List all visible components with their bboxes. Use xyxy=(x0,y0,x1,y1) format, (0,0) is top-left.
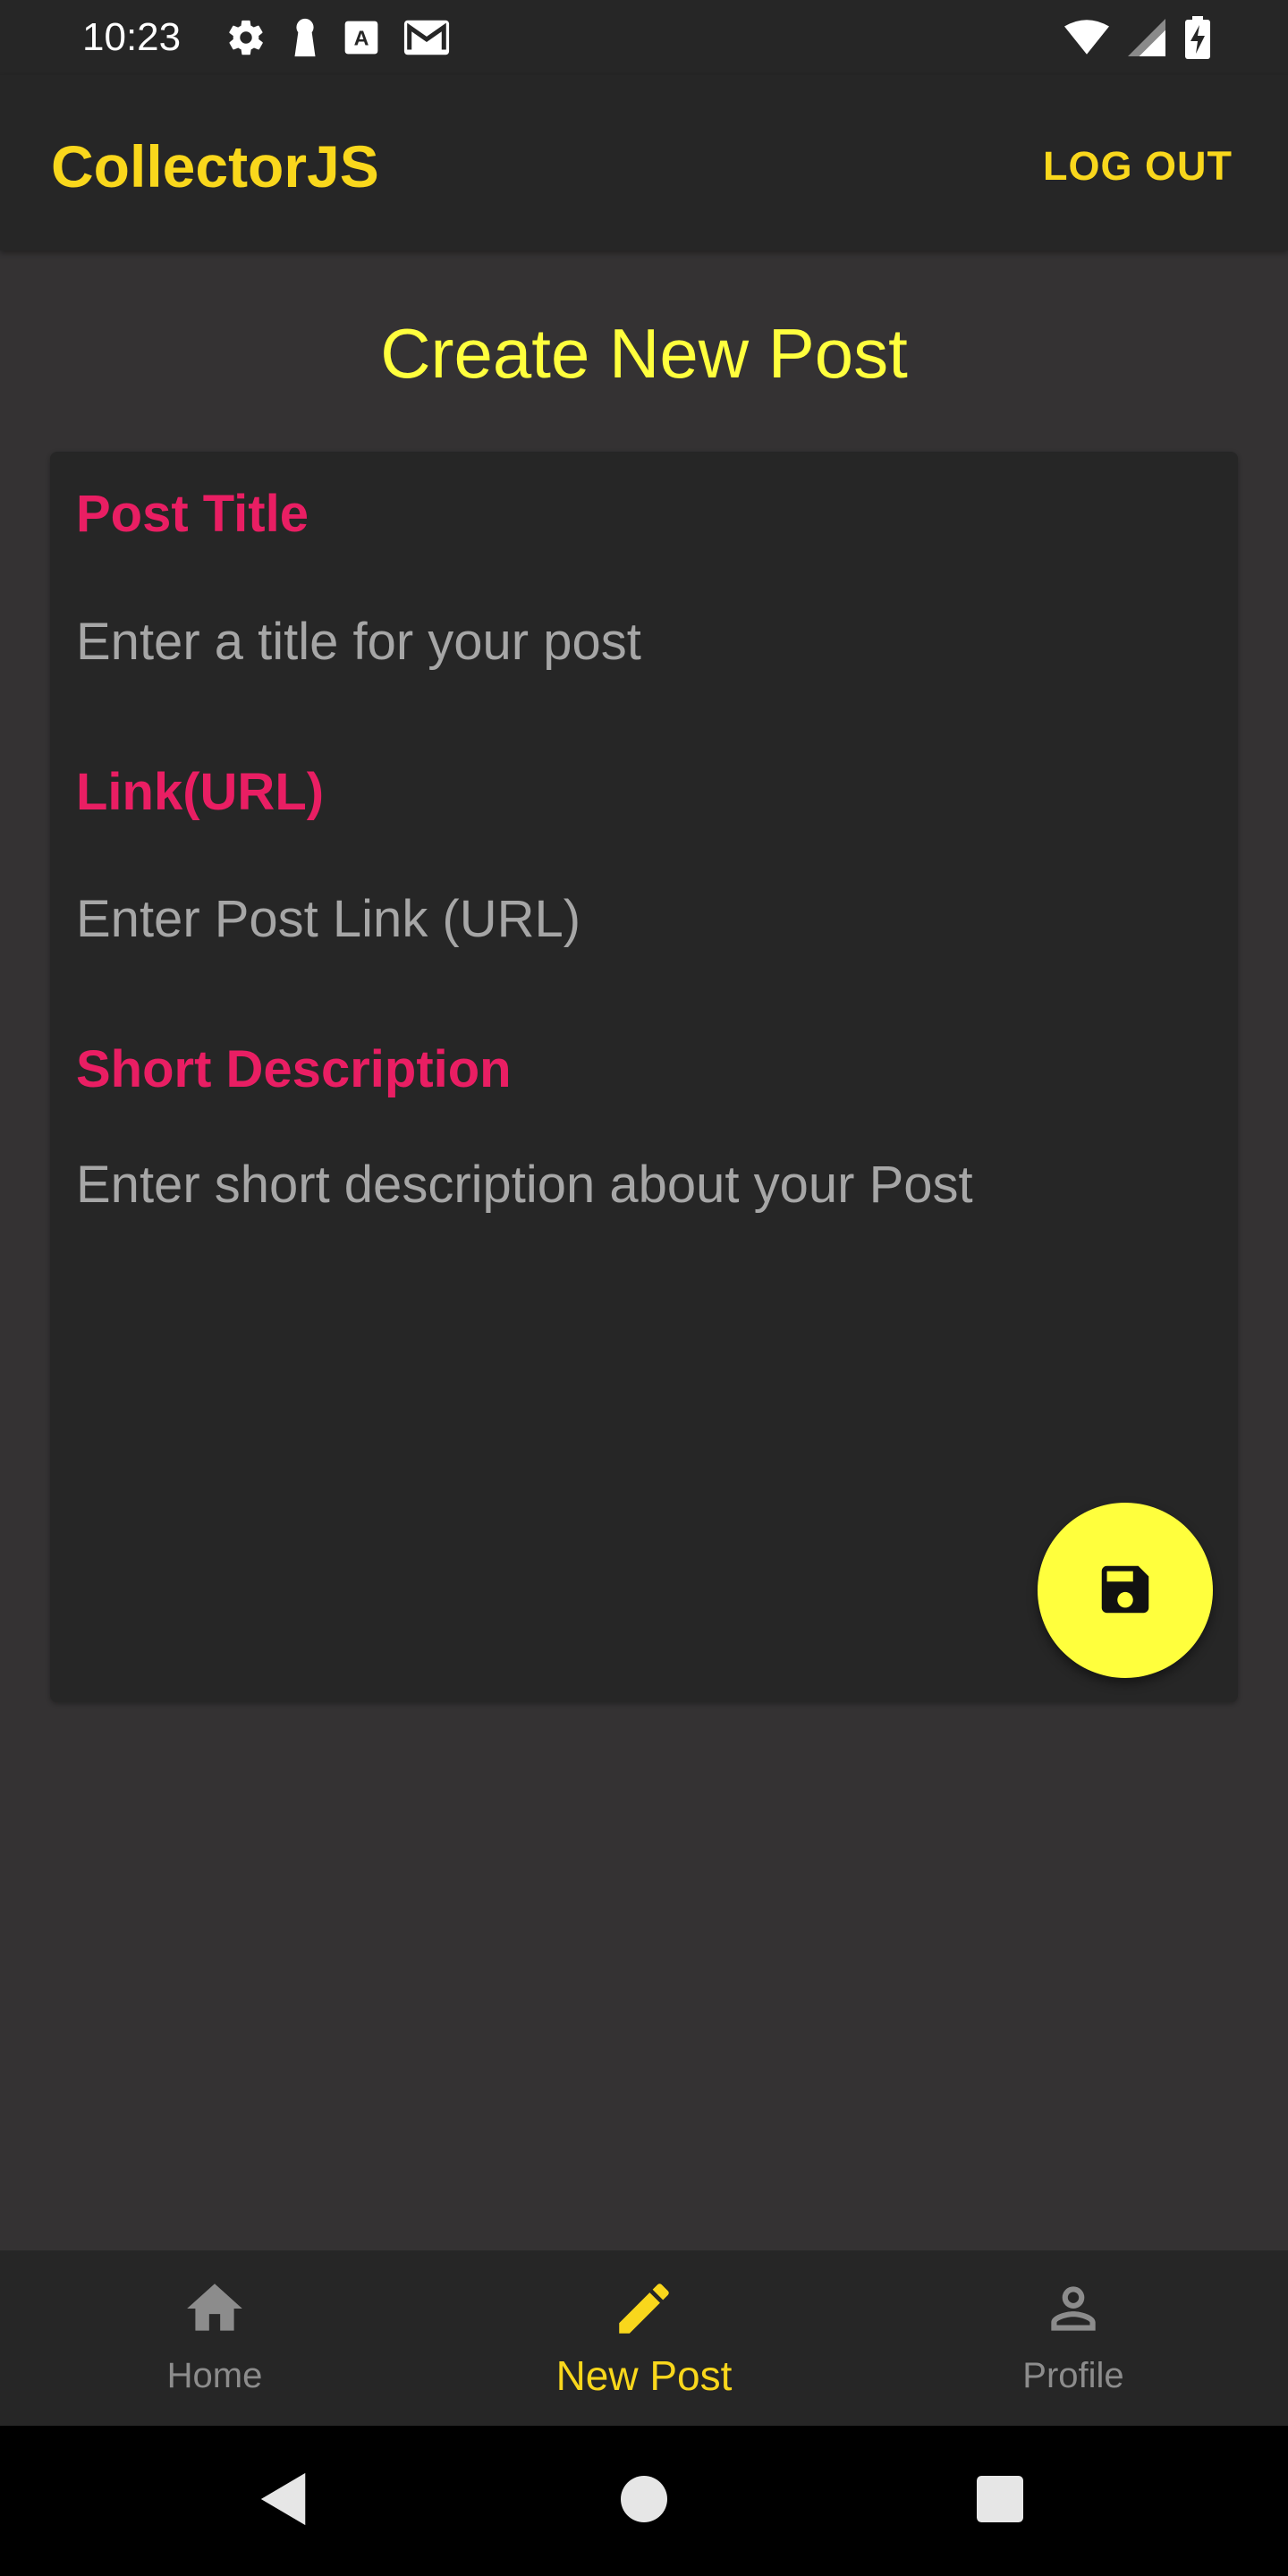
app-bar: CollectorJS LOG OUT xyxy=(0,75,1288,250)
page-title: Create New Post xyxy=(380,314,908,393)
post-title-input[interactable] xyxy=(76,606,1212,677)
system-navigation-bar xyxy=(0,2426,1288,2576)
new-post-form-card: Post Title Link(URL) Short Description xyxy=(50,452,1238,1702)
save-post-button[interactable] xyxy=(1038,1503,1213,1678)
nav-label-new-post: New Post xyxy=(555,2352,733,2399)
logout-button[interactable]: LOG OUT xyxy=(1038,131,1238,202)
keyhole-icon xyxy=(290,17,320,58)
svg-text:A: A xyxy=(354,26,369,49)
bottom-navigation: Home New Post Profile xyxy=(0,2250,1288,2426)
gmail-icon xyxy=(402,18,451,57)
post-title-label: Post Title xyxy=(76,485,309,543)
link-url-label: Link(URL) xyxy=(76,763,325,821)
floppy-disk-icon xyxy=(1094,1558,1157,1623)
back-button[interactable] xyxy=(247,2463,322,2538)
home-icon xyxy=(182,2275,248,2342)
person-icon xyxy=(1040,2275,1106,2342)
nav-item-home[interactable]: Home xyxy=(0,2250,429,2426)
nav-label-home: Home xyxy=(166,2356,263,2395)
status-time: 10:23 xyxy=(82,15,182,59)
home-button[interactable] xyxy=(606,2463,682,2538)
battery-charging-icon xyxy=(1184,16,1211,59)
pencil-icon xyxy=(611,2275,677,2342)
app-title: CollectorJS xyxy=(51,133,379,199)
home-circle-icon xyxy=(621,2475,667,2527)
wifi-icon xyxy=(1064,20,1109,55)
gear-icon xyxy=(225,17,267,58)
back-triangle-icon xyxy=(258,2470,311,2532)
recents-button[interactable] xyxy=(962,2463,1038,2538)
status-icons-left: A xyxy=(225,16,451,59)
font-a-icon: A xyxy=(343,20,379,55)
short-description-input[interactable] xyxy=(76,1149,1212,1418)
recents-square-icon xyxy=(977,2475,1023,2527)
status-icons-right xyxy=(1064,16,1211,59)
post-link-input[interactable] xyxy=(76,883,1212,954)
short-description-label: Short Description xyxy=(76,1040,512,1098)
nav-item-profile[interactable]: Profile xyxy=(859,2250,1288,2426)
cell-signal-icon xyxy=(1127,19,1166,56)
nav-label-profile: Profile xyxy=(1022,2356,1124,2395)
nav-item-new-post[interactable]: New Post xyxy=(429,2250,859,2426)
status-bar: 10:23 A xyxy=(0,0,1288,75)
